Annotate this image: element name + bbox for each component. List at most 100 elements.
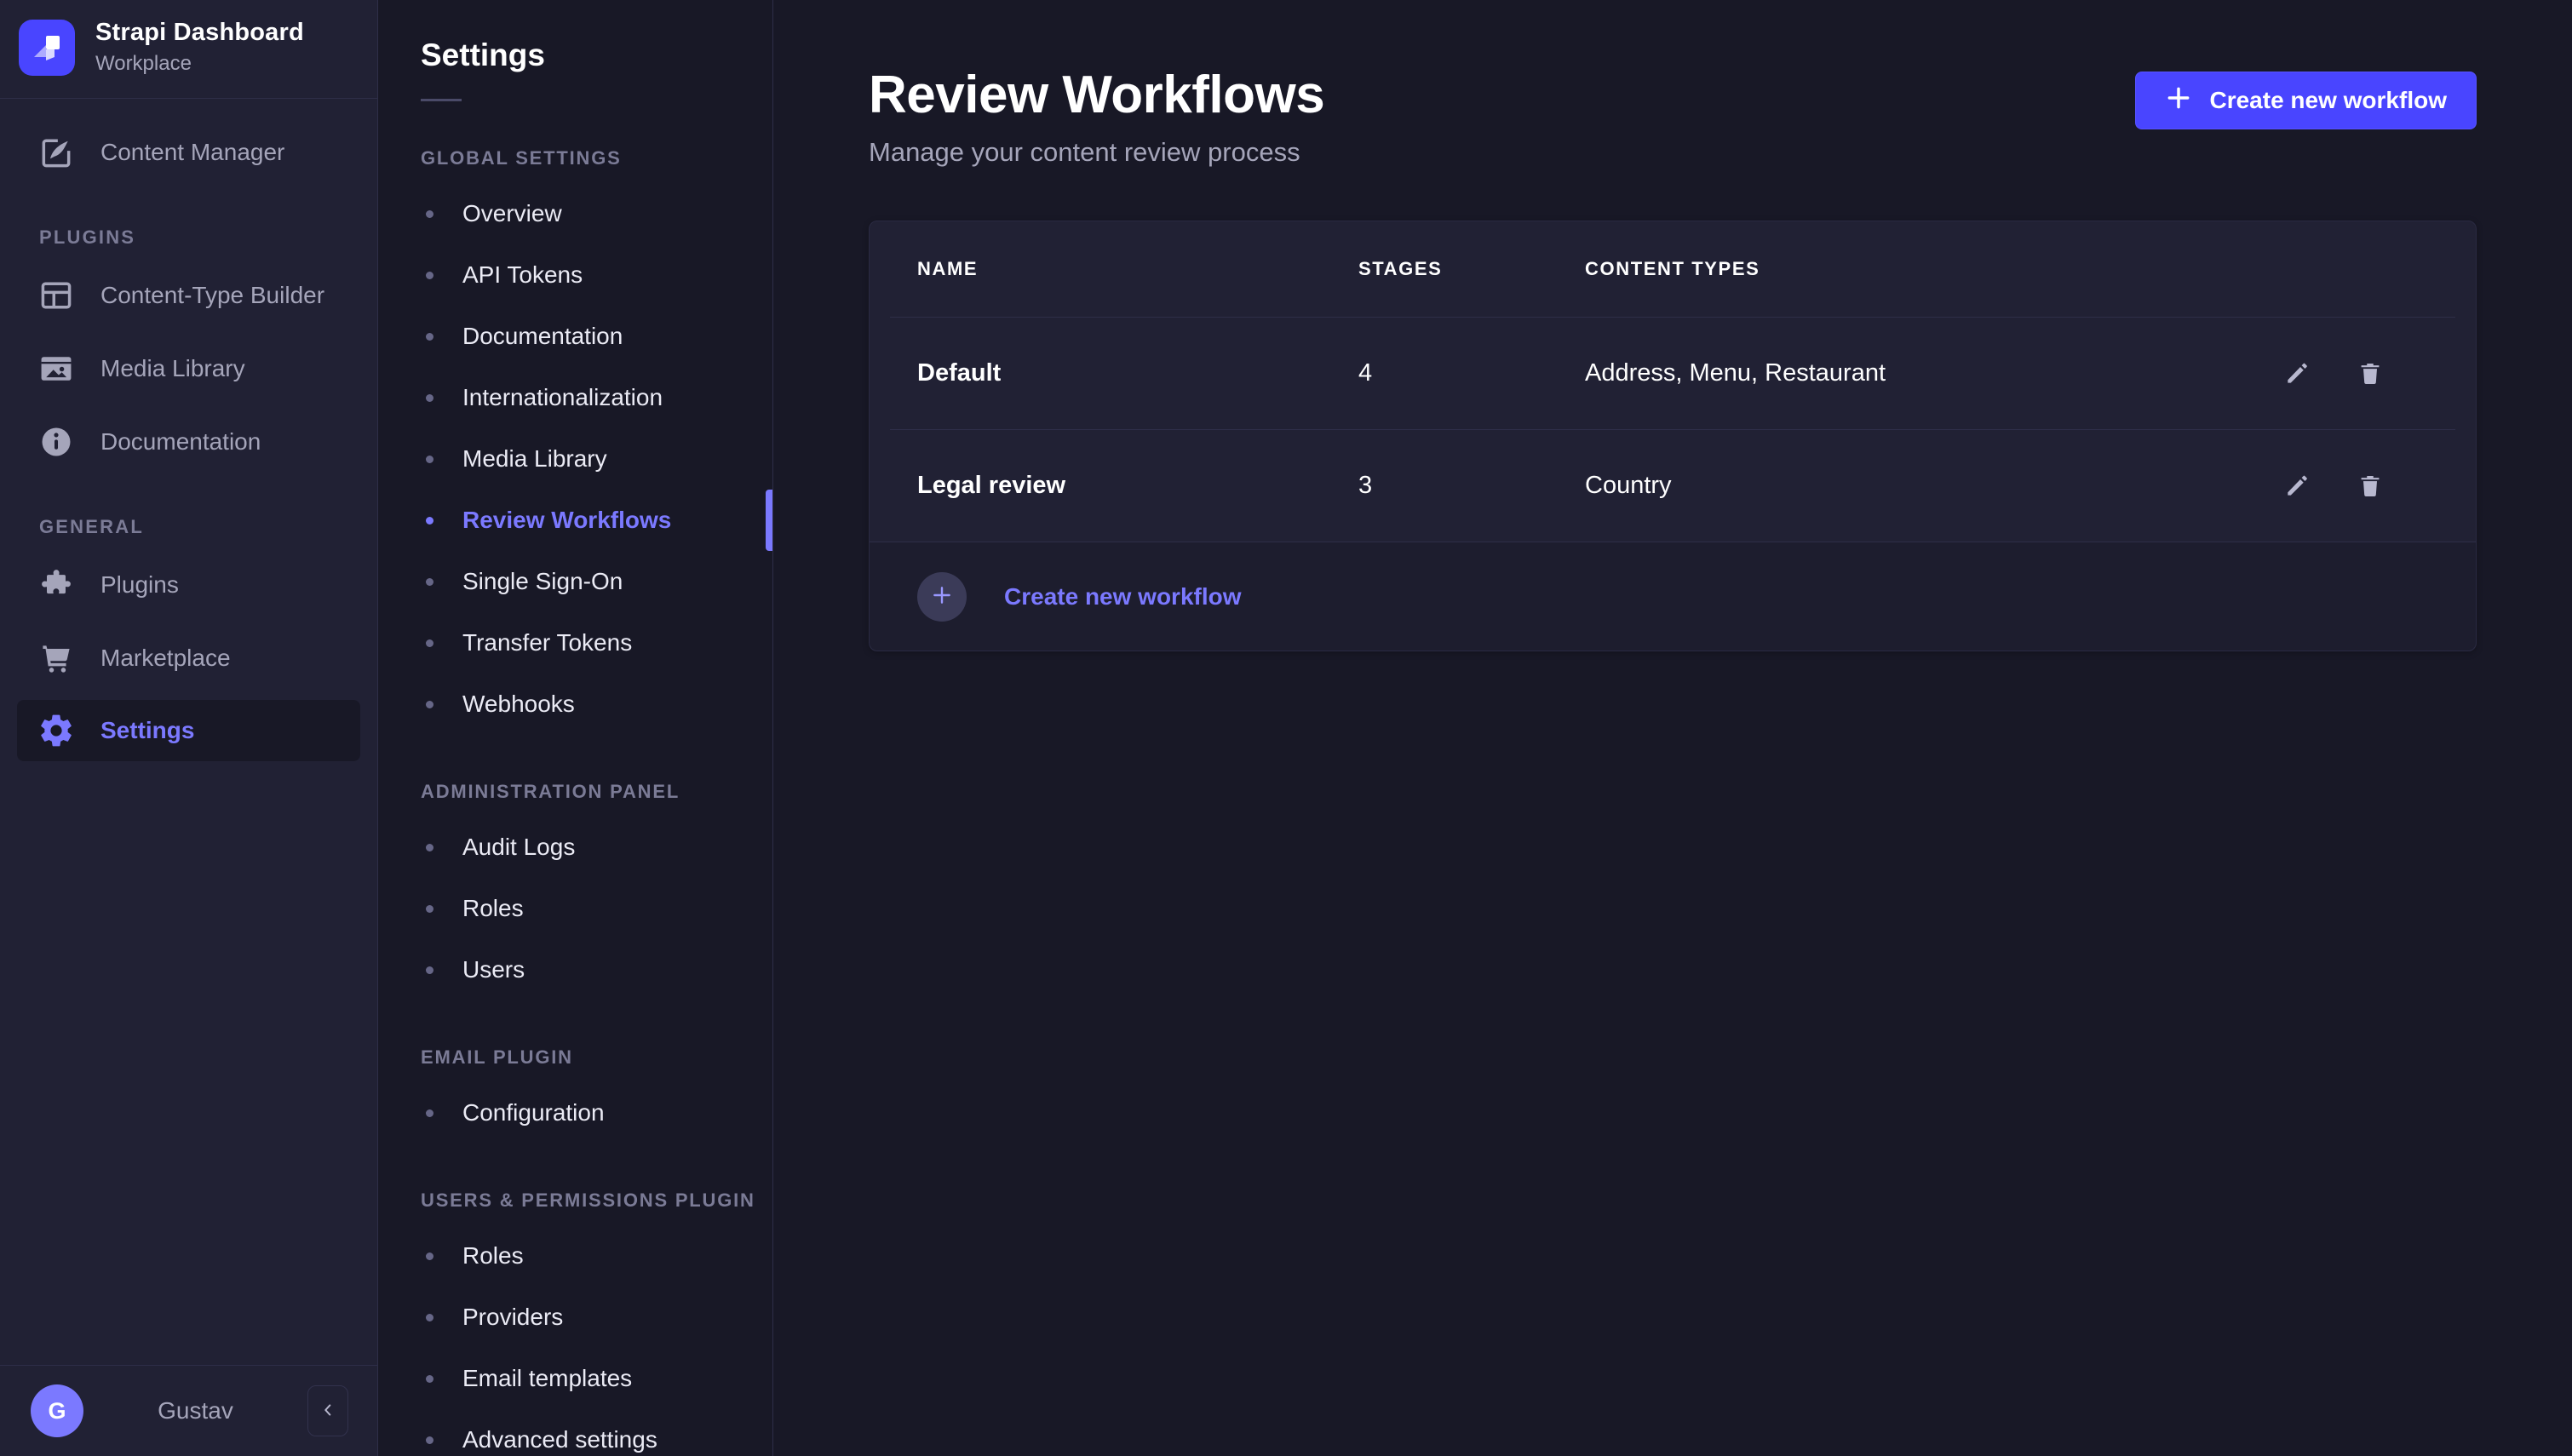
settings-nav-item-label: Roles xyxy=(462,895,524,922)
settings-nav-item-label: Advanced settings xyxy=(462,1426,657,1453)
bullet-dot xyxy=(426,517,433,525)
row-actions xyxy=(2232,357,2428,391)
bullet-dot xyxy=(426,1436,433,1444)
settings-nav-item-roles-admin[interactable]: Roles xyxy=(378,878,772,939)
workflows-table: NAME STAGES CONTENT TYPES Default 4 Addr… xyxy=(869,221,2477,651)
bullet-dot xyxy=(426,905,433,913)
workspace-brand[interactable]: Strapi Dashboard Workplace xyxy=(0,0,377,98)
section-global-settings: GLOBAL SETTINGS xyxy=(421,147,772,169)
page-header-text: Review Workflows Manage your content rev… xyxy=(869,65,1324,168)
bullet-dot xyxy=(426,1109,433,1117)
page-subtitle: Manage your content review process xyxy=(869,137,1324,168)
workflow-row-default[interactable]: Default 4 Address, Menu, Restaurant xyxy=(890,317,2455,429)
page-header: Review Workflows Manage your content rev… xyxy=(773,0,2572,168)
documentation-icon xyxy=(37,423,75,461)
bullet-dot xyxy=(426,1314,433,1321)
active-indicator xyxy=(766,490,772,551)
nav-item-plugins[interactable]: Plugins xyxy=(0,548,377,622)
edit-workflow-button[interactable] xyxy=(2280,469,2314,503)
settings-nav-item-webhooks[interactable]: Webhooks xyxy=(378,674,772,735)
bullet-dot xyxy=(426,333,433,341)
bullet-dot xyxy=(426,1253,433,1260)
settings-nav-item-audit-logs[interactable]: Audit Logs xyxy=(378,817,772,878)
settings-nav-item-overview[interactable]: Overview xyxy=(378,183,772,244)
workflow-row-legal-review[interactable]: Legal review 3 Country xyxy=(890,429,2455,542)
settings-title: Settings xyxy=(421,37,772,73)
sidebar-footer: G Gustav xyxy=(0,1365,377,1456)
bullet-dot xyxy=(426,578,433,586)
nav-item-content-manager[interactable]: Content Manager xyxy=(0,116,377,189)
bullet-dot xyxy=(426,844,433,851)
settings-nav-item-label: Media Library xyxy=(462,445,607,473)
settings-nav-item-email-templates[interactable]: Email templates xyxy=(378,1348,772,1409)
nav-item-media-library[interactable]: Media Library xyxy=(0,332,377,405)
nav-item-marketplace[interactable]: Marketplace xyxy=(0,622,377,695)
bullet-dot xyxy=(426,701,433,708)
nav-item-label: Content-Type Builder xyxy=(100,282,324,309)
settings-nav-item-review-workflows[interactable]: Review Workflows xyxy=(378,490,772,551)
edit-workflow-button[interactable] xyxy=(2280,357,2314,391)
workflow-stages: 4 xyxy=(1358,359,1585,387)
column-header-name: NAME xyxy=(917,258,1358,280)
settings-nav-item-providers[interactable]: Providers xyxy=(378,1287,772,1348)
workflow-content-types: Country xyxy=(1585,472,2232,500)
settings-nav-item-label: Overview xyxy=(462,200,562,227)
workflow-name: Default xyxy=(917,359,1358,387)
row-actions xyxy=(2232,469,2428,503)
settings-nav-item-label: Transfer Tokens xyxy=(462,629,632,656)
nav-item-settings[interactable]: Settings xyxy=(17,700,360,761)
settings-nav-item-transfer-tokens[interactable]: Transfer Tokens xyxy=(378,612,772,674)
settings-nav-item-users[interactable]: Users xyxy=(378,939,772,1000)
collapse-sidebar-button[interactable] xyxy=(307,1385,348,1436)
settings-nav-item-label: Roles xyxy=(462,1242,524,1270)
settings-nav-item-media-library[interactable]: Media Library xyxy=(378,428,772,490)
create-workflow-button[interactable]: Create new workflow xyxy=(2135,72,2477,129)
delete-workflow-button[interactable] xyxy=(2353,357,2387,391)
page-title: Review Workflows xyxy=(869,65,1324,125)
section-email-plugin: EMAIL PLUGIN xyxy=(421,1046,772,1069)
nav-item-label: Plugins xyxy=(100,571,179,599)
settings-nav-item-api-tokens[interactable]: API Tokens xyxy=(378,244,772,306)
nav-item-content-type-builder[interactable]: Content-Type Builder xyxy=(0,259,377,332)
settings-nav-item-advanced-settings[interactable]: Advanced settings xyxy=(378,1409,772,1456)
nav-item-label: Content Manager xyxy=(100,139,284,166)
main-nav-list: Content Manager PLUGINS Content-Type Bui… xyxy=(0,99,377,1365)
workflow-stages: 3 xyxy=(1358,472,1585,500)
brand-text: Strapi Dashboard Workplace xyxy=(95,19,304,76)
settings-nav-item-label: Webhooks xyxy=(462,691,575,718)
section-users-permissions-plugin: USERS & PERMISSIONS PLUGIN xyxy=(421,1189,772,1212)
workspace-title: Strapi Dashboard xyxy=(95,19,304,47)
bullet-dot xyxy=(426,394,433,402)
create-workflow-button-label: Create new workflow xyxy=(2209,87,2447,114)
table-footer-add-row[interactable]: Create new workflow xyxy=(870,542,2476,651)
bullet-dot xyxy=(426,456,433,463)
media-library-icon xyxy=(37,350,75,387)
settings-nav-item-label: Email templates xyxy=(462,1365,632,1392)
nav-item-label: Settings xyxy=(100,717,194,744)
table-header-row: NAME STAGES CONTENT TYPES xyxy=(890,221,2455,317)
workflow-content-types: Address, Menu, Restaurant xyxy=(1585,359,2232,387)
nav-item-documentation[interactable]: Documentation xyxy=(0,405,377,479)
workflow-name: Legal review xyxy=(917,472,1358,500)
main-content: Review Workflows Manage your content rev… xyxy=(773,0,2572,1456)
bullet-dot xyxy=(426,639,433,647)
trash-icon xyxy=(2357,360,2384,387)
app-root: Strapi Dashboard Workplace Content Manag… xyxy=(0,0,2572,1456)
settings-nav-item-configuration[interactable]: Configuration xyxy=(378,1082,772,1144)
settings-nav-item-internationalization[interactable]: Internationalization xyxy=(378,367,772,428)
settings-nav-item-label: Documentation xyxy=(462,323,623,350)
nav-section-general: GENERAL xyxy=(39,516,377,538)
add-workflow-circle-button[interactable] xyxy=(917,572,967,622)
settings-nav-item-documentation[interactable]: Documentation xyxy=(378,306,772,367)
avatar[interactable]: G xyxy=(31,1384,83,1437)
nav-item-label: Marketplace xyxy=(100,645,231,672)
chevron-left-icon xyxy=(319,1401,337,1422)
delete-workflow-button[interactable] xyxy=(2353,469,2387,503)
bullet-dot xyxy=(426,966,433,974)
settings-nav-item-label: API Tokens xyxy=(462,261,583,289)
settings-gear-icon xyxy=(37,712,75,749)
plus-icon xyxy=(2165,84,2192,118)
settings-nav-item-roles-up[interactable]: Roles xyxy=(378,1225,772,1287)
settings-nav-item-single-sign-on[interactable]: Single Sign-On xyxy=(378,551,772,612)
settings-nav-item-label: Audit Logs xyxy=(462,834,575,861)
